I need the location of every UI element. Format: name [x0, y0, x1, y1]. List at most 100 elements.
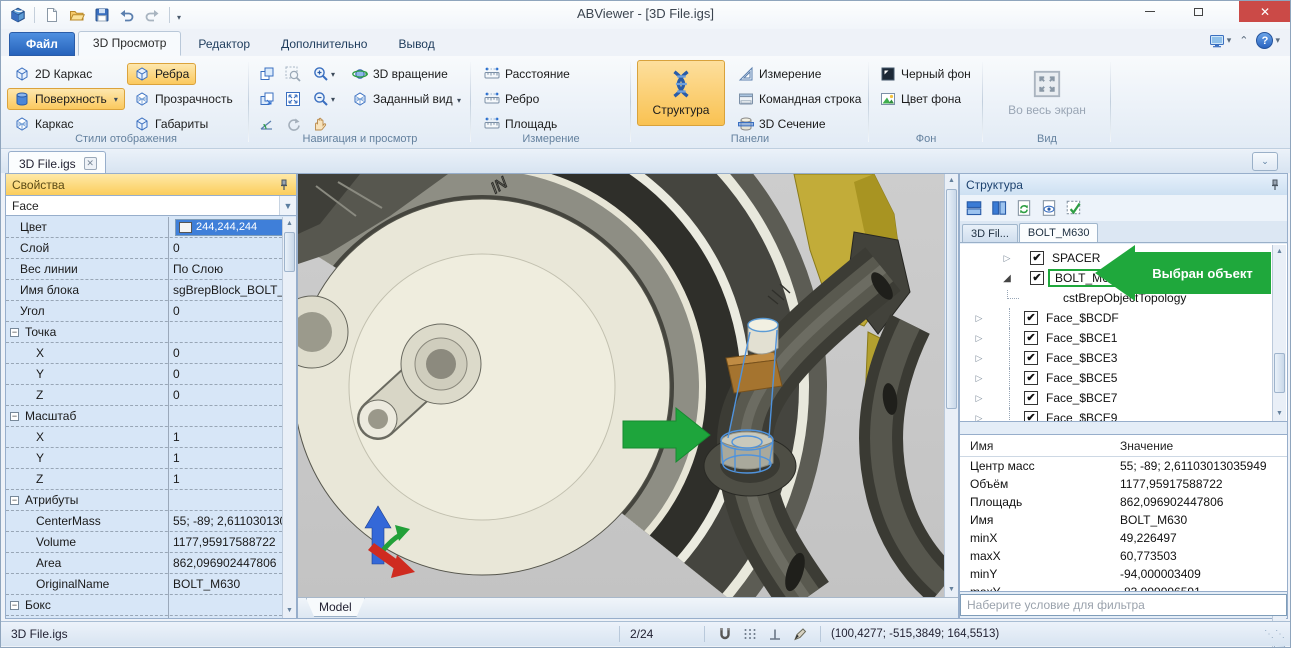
collapse-ribbon-icon[interactable]: ⌃ [1239, 34, 1248, 47]
black-background-button[interactable]: Черный фон [873, 63, 978, 85]
tree-item[interactable]: ▷ ✔ Face_$BCDF [960, 308, 1287, 328]
tree-item[interactable]: ▷✔Face_$BCE5 [960, 368, 1287, 388]
property-row[interactable]: −Масштаб [6, 406, 282, 427]
extents-button[interactable]: Габариты [127, 113, 215, 135]
property-row[interactable]: Z1 [6, 469, 282, 490]
scroll-up-icon[interactable]: ▲ [283, 217, 296, 231]
property-row[interactable]: X0 [6, 343, 282, 364]
expander-icon[interactable]: ▷ [972, 393, 986, 404]
3d-section-button[interactable]: 3D Сечение [731, 113, 833, 135]
tree-item[interactable]: ▷✔Face_$BCE9 [960, 408, 1287, 422]
command-line-button[interactable]: Командная строка [731, 88, 868, 110]
checkbox[interactable]: ✔ [1024, 371, 1038, 385]
distance-button[interactable]: Расстояние [477, 63, 577, 85]
close-tab-icon[interactable]: ✕ [84, 157, 97, 170]
property-row[interactable]: −Атрибуты [6, 490, 282, 511]
show-object-icon[interactable] [1040, 199, 1058, 217]
expander-icon[interactable]: ▷ [972, 313, 986, 324]
viewport-scrollbar[interactable]: ▲ ▼ [944, 174, 958, 597]
maximize-button[interactable] [1182, 1, 1214, 22]
property-grid-column-splitter[interactable] [168, 217, 169, 618]
screen-mode-button[interactable]: ▾ [1209, 33, 1232, 49]
split-horizontal-icon[interactable] [965, 199, 983, 217]
property-row[interactable]: −Точка [6, 322, 282, 343]
checkbox[interactable]: ✔ [1030, 251, 1044, 265]
color-select[interactable]: 244,244,244▼ [175, 219, 282, 236]
background-color-button[interactable]: Цвет фона [873, 88, 968, 110]
property-row[interactable]: Volume1177,95917588722 [6, 532, 282, 553]
select-object-icon[interactable] [1065, 199, 1083, 217]
tree-item-label[interactable]: Face_$BCE3 [1046, 351, 1117, 365]
menu-tab-3d-просмотр[interactable]: 3D Просмотр [78, 31, 181, 56]
refresh-icon[interactable] [1015, 199, 1033, 217]
close-button[interactable]: ✕ [1239, 1, 1291, 22]
property-row[interactable]: Вес линииПо Слою [6, 259, 282, 280]
paste-view-button[interactable] [255, 88, 279, 110]
filter-input[interactable] [960, 594, 1287, 616]
info-row[interactable]: Центр масс55; -89; 2,61103013035949 [960, 457, 1287, 475]
info-row[interactable]: minY-94,000003409 [960, 565, 1287, 583]
model-layout-tab[interactable]: Model [306, 598, 365, 617]
tree-item-label[interactable]: Face_$BCE1 [1046, 331, 1117, 345]
scroll-down-icon[interactable]: ▼ [945, 583, 958, 597]
menu-tab-файл[interactable]: Файл [9, 32, 75, 56]
tree-item-label[interactable]: Face_$BCE5 [1046, 371, 1117, 385]
info-row[interactable]: Площадь862,096902447806 [960, 493, 1287, 511]
preset-view-button[interactable]: Заданный вид [345, 88, 460, 110]
expander-icon[interactable]: ▷ [972, 353, 986, 364]
collapse-group-icon[interactable]: − [10, 328, 19, 337]
snap-magnet-icon[interactable] [717, 626, 733, 642]
collapse-group-icon[interactable]: − [10, 412, 19, 421]
dropdown-arrow-icon[interactable]: ▾ [114, 95, 118, 104]
pin-icon[interactable] [1269, 179, 1281, 191]
tree-item[interactable]: ▷✔Face_$BCE1 [960, 328, 1287, 348]
property-row[interactable]: Z0 [6, 385, 282, 406]
pin-icon[interactable] [278, 179, 290, 191]
document-tab[interactable]: 3D File.igs ✕ [8, 151, 106, 173]
property-row[interactable]: Цвет244,244,244▼ [6, 217, 282, 238]
checkbox[interactable]: ✔ [1024, 411, 1038, 422]
structure-tab-3d fil...[interactable]: 3D Fil... [962, 224, 1018, 242]
checkbox[interactable]: ✔ [1024, 351, 1038, 365]
measuring-panel-button[interactable]: Измерение [731, 63, 828, 85]
property-row[interactable]: −Бокс [6, 595, 282, 616]
edges-button[interactable]: Ребра [127, 63, 196, 85]
grid-icon[interactable] [742, 626, 758, 642]
tree-item-label[interactable]: Face_$BCDF [1046, 311, 1119, 325]
previous-view-button[interactable] [281, 113, 305, 135]
ortho-icon[interactable] [767, 626, 783, 642]
menu-tab-редактор[interactable]: Редактор [184, 33, 264, 56]
surface-button[interactable]: Поверхность▾ [7, 88, 125, 110]
viewport-3d[interactable]: IN [297, 173, 959, 619]
zoom-in-button[interactable]: ▾ [307, 63, 341, 85]
properties-scrollbar[interactable]: ▲ ▼ [282, 217, 296, 618]
checkbox[interactable]: ✔ [1024, 391, 1038, 405]
structure-tab-bolt_m630[interactable]: BOLT_M630 [1019, 223, 1099, 242]
copy-view-button[interactable] [255, 63, 279, 85]
collapse-group-icon[interactable]: − [10, 601, 19, 610]
scroll-down-icon[interactable]: ▼ [283, 604, 296, 618]
expander-icon[interactable]: ▷ [1000, 253, 1014, 264]
tab-list-chevron-button[interactable]: ⌄ [1252, 152, 1278, 171]
collapse-group-icon[interactable]: − [10, 496, 19, 505]
pan-button[interactable] [307, 113, 331, 135]
edge-button[interactable]: Ребро [477, 88, 546, 110]
menu-tab-вывод[interactable]: Вывод [384, 33, 448, 56]
expander-icon[interactable]: ▷ [972, 413, 986, 423]
fullscreen-button[interactable]: Во весь экран [1003, 60, 1091, 126]
info-row[interactable]: maxY-83,999996591 [960, 583, 1287, 592]
split-vertical-icon[interactable] [990, 199, 1008, 217]
draw-mode-icon[interactable] [792, 626, 808, 642]
rotate-angle-button[interactable] [255, 113, 279, 135]
scroll-up-icon[interactable]: ▲ [1273, 245, 1286, 259]
tree-item[interactable]: ▷ ✔ Face_$BCE3 [960, 348, 1287, 368]
scroll-down-icon[interactable]: ▼ [1273, 407, 1286, 421]
property-row[interactable]: Слой0 [6, 238, 282, 259]
chevron-down-icon[interactable]: ▼ [279, 196, 296, 215]
checkbox[interactable]: ✔ [1024, 331, 1038, 345]
tree-scrollbar[interactable]: ▲ ▼ [1272, 245, 1286, 421]
entity-type-select[interactable]: Face ▼ [6, 195, 296, 216]
property-row[interactable]: Y1 [6, 448, 282, 469]
checkbox[interactable]: ✔ [1024, 311, 1038, 325]
property-row[interactable]: Area862,096902447806 [6, 553, 282, 574]
